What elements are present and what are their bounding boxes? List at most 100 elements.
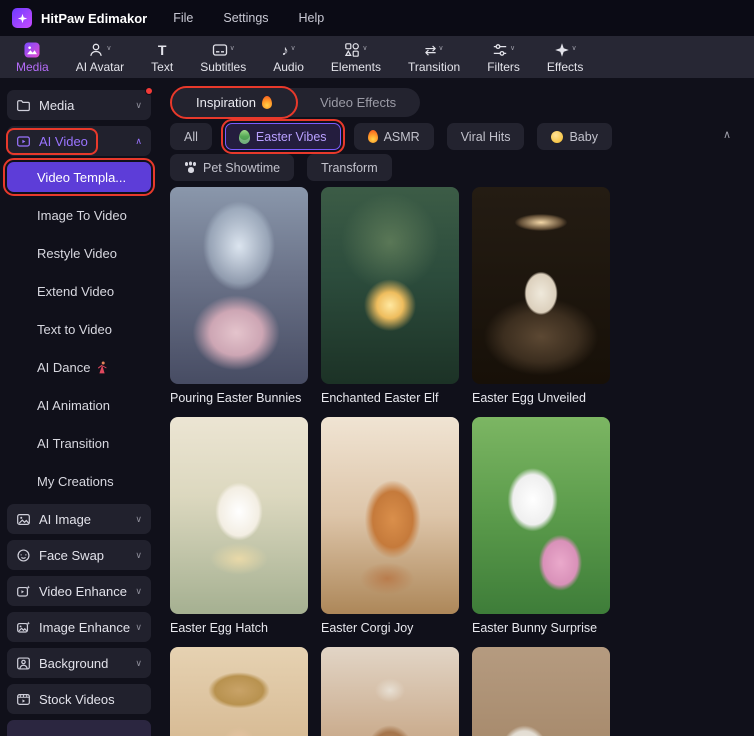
template-thumbnail-enchanted-easter-elf[interactable] <box>321 187 459 384</box>
collapse-filters-button[interactable]: ∧ <box>716 126 738 143</box>
titlebar: HitPaw Edimakor File Settings Help <box>0 0 754 36</box>
chevron-down-icon: ∨ <box>509 44 516 52</box>
chevron-down-icon: ∨ <box>106 44 112 52</box>
template-thumbnail-easter-bunny-surprise[interactable] <box>472 417 610 614</box>
toolbar-text[interactable]: T Text <box>151 42 173 73</box>
toolbar-transition[interactable]: ⇄ ∨ Transition <box>408 42 460 73</box>
toolbar-ai-avatar[interactable]: ∨ AI Avatar <box>76 42 124 73</box>
toolbar-label: Effects <box>546 59 584 74</box>
sidebar-subitem-ai-animation[interactable]: AI Animation <box>7 386 151 424</box>
template-title: Easter Corgi Joy <box>321 621 414 635</box>
filter-chip-all[interactable]: All <box>170 123 212 150</box>
sidebar: Media ∨ AI Video ∧ Video Templa... Image… <box>0 78 158 736</box>
sidebar-item-label: Image Enhance <box>39 619 131 635</box>
flame-icon <box>261 96 272 109</box>
sidebar-subitem-label: AI Transition <box>37 435 110 451</box>
filter-chip-easter-vibes[interactable]: Easter Vibes <box>220 119 345 154</box>
toolbar-label: Media <box>16 59 49 74</box>
sidebar-item-label: Face Swap <box>39 547 105 563</box>
chevron-down-icon: ∨ <box>135 99 142 110</box>
sidebar-item-video-enhance[interactable]: Video Enhance ∨ <box>7 576 151 606</box>
chevron-down-icon: ∨ <box>135 657 142 668</box>
sidebar-subitem-video-template[interactable]: Video Templa... <box>3 158 155 196</box>
sidebar-subitem-extend-video[interactable]: Extend Video <box>7 272 151 310</box>
filter-row-1: All Easter Vibes ASMR Viral Hits Baby ∧ <box>170 119 740 154</box>
template-thumbnail-partial-1[interactable] <box>170 647 308 736</box>
toolbar-audio[interactable]: ♪ ∨ Audio <box>273 42 304 73</box>
menu-file[interactable]: File <box>173 11 193 25</box>
tab-label: Video Effects <box>319 95 397 110</box>
toolbar-label: Transition <box>407 59 461 74</box>
template-thumbnail-pouring-easter-bunnies[interactable] <box>170 187 308 384</box>
sidebar-subitem-label: AI Animation <box>37 397 110 413</box>
toolbar-filters[interactable]: ∨ Filters <box>487 42 520 73</box>
chip-label: Viral Hits <box>460 129 511 144</box>
sidebar-item-ai-image[interactable]: AI Image ∨ <box>7 504 151 534</box>
content-panel: Inspiration Video Effects All Easter Vib… <box>158 78 754 736</box>
filter-chip-asmr[interactable]: ASMR <box>353 123 434 150</box>
chevron-up-icon: ∧ <box>135 135 142 146</box>
toolbar-effects[interactable]: ∨ Effects <box>547 42 583 73</box>
sidebar-subitem-image-to-video[interactable]: Image To Video <box>7 196 151 234</box>
image-enhance-icon <box>17 621 31 633</box>
tab-inspiration[interactable]: Inspiration <box>170 86 298 119</box>
sidebar-item-image-enhance[interactable]: Image Enhance ∨ <box>7 612 151 642</box>
filter-chip-transform[interactable]: Transform <box>307 154 392 181</box>
filter-chip-viral-hits[interactable]: Viral Hits <box>446 123 525 150</box>
annotation-box-ai-video: AI Video <box>6 127 98 155</box>
sidebar-item-media[interactable]: Media ∨ <box>7 87 153 120</box>
content-tabs: Inspiration Video Effects <box>170 86 421 119</box>
template-thumbnail-easter-corgi-joy[interactable] <box>321 417 459 614</box>
background-icon <box>17 656 30 670</box>
chevron-down-icon: ∨ <box>290 44 296 52</box>
flame-icon <box>367 130 378 143</box>
toolbar-media[interactable]: Media <box>16 41 49 74</box>
sidebar-subitem-text-to-video[interactable]: Text to Video <box>7 310 151 348</box>
template-thumbnail-easter-egg-unveiled[interactable] <box>472 187 610 384</box>
toolbar-subtitles[interactable]: ∨ Subtitles <box>200 42 246 73</box>
sidebar-item-face-swap[interactable]: Face Swap ∨ <box>7 540 151 570</box>
sidebar-item-label: AI Video <box>39 133 88 149</box>
sidebar-subitem-label: Text to Video <box>37 321 112 337</box>
toolbar-elements[interactable]: ∨ Elements <box>331 42 381 73</box>
sidebar-item-label: Background <box>39 655 109 671</box>
chevron-up-icon: ∧ <box>722 129 731 141</box>
chevron-down-icon: ∨ <box>135 549 142 560</box>
template-thumbnail-partial-3[interactable] <box>472 647 610 736</box>
template-card: Pouring Easter Bunnies <box>170 187 308 405</box>
template-thumbnail-partial-2[interactable] <box>321 647 459 736</box>
chip-label: Pet Showtime <box>203 160 281 175</box>
app-title: HitPaw Edimakor <box>41 10 148 26</box>
tab-label: Inspiration <box>196 95 256 110</box>
sidebar-subitem-restyle-video[interactable]: Restyle Video <box>7 234 151 272</box>
filter-chip-pet-showtime[interactable]: Pet Showtime <box>170 154 295 181</box>
sidebar-subitem-ai-dance[interactable]: AI Dance <box>7 348 151 386</box>
chevron-down-icon: ∨ <box>362 44 368 52</box>
sidebar-item-stock-videos[interactable]: Stock Videos <box>7 684 151 714</box>
sidebar-subitem-label: Extend Video <box>37 283 115 299</box>
sidebar-item-background[interactable]: Background ∨ <box>7 648 151 678</box>
dancer-icon <box>98 361 108 373</box>
sidebar-subitem-label: Restyle Video <box>37 245 117 261</box>
sidebar-subitem-ai-transition[interactable]: AI Transition <box>7 424 151 462</box>
sidebar-item-label: Media <box>39 97 75 113</box>
filters-icon <box>493 43 507 56</box>
subtitles-icon <box>212 43 227 56</box>
sidebar-item-ai-video[interactable]: AI Video ∧ <box>6 126 151 156</box>
paw-icon <box>184 162 197 174</box>
template-card: Easter Bunny Surprise <box>472 417 610 635</box>
filter-chip-baby[interactable]: Baby <box>537 123 612 150</box>
filter-row-2: Pet Showtime Transform <box>170 154 740 181</box>
sidebar-subitem-label: Image To Video <box>37 207 127 223</box>
sidebar-subitem-my-creations[interactable]: My Creations <box>7 462 151 500</box>
tab-video-effects[interactable]: Video Effects <box>296 88 420 117</box>
text-icon: T <box>157 41 167 58</box>
sidebar-item-partial[interactable] <box>7 720 151 736</box>
template-thumbnail-easter-egg-hatch[interactable] <box>170 417 308 614</box>
menu-help[interactable]: Help <box>299 11 325 25</box>
sidebar-subitem-label: Video Templa... <box>37 169 127 185</box>
notification-dot <box>145 87 153 95</box>
template-card <box>321 647 459 736</box>
menu-settings[interactable]: Settings <box>223 11 268 25</box>
chip-label: Transform <box>321 160 378 175</box>
